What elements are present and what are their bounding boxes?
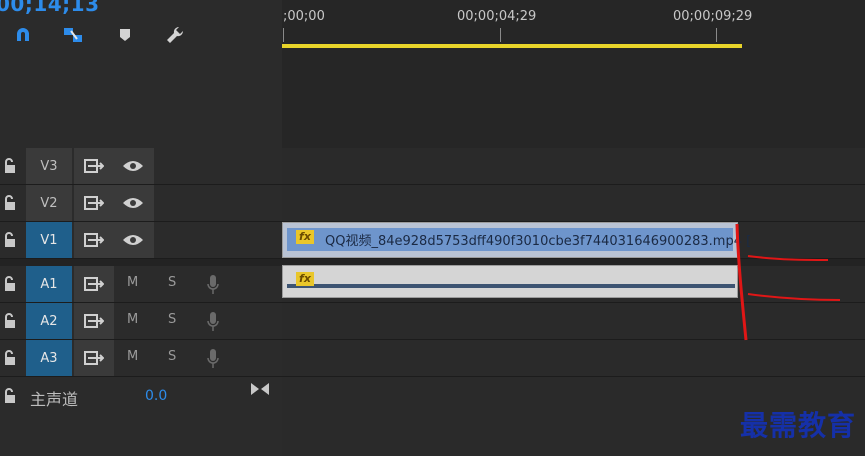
- track-name-v1[interactable]: V1: [26, 222, 72, 258]
- ruler-tick: [716, 28, 717, 42]
- timeline-empty-area: [282, 52, 865, 148]
- lock-open-icon[interactable]: [3, 276, 17, 292]
- mute-button[interactable]: M: [127, 275, 138, 290]
- track-lane[interactable]: [282, 340, 865, 376]
- settings-wrench-icon[interactable]: [162, 22, 188, 48]
- master-track-label: 主声道: [30, 390, 79, 409]
- lock-open-icon[interactable]: [3, 195, 17, 211]
- work-area-bar[interactable]: [282, 44, 742, 48]
- fx-badge: fx: [296, 272, 314, 286]
- sync-lock-icon[interactable]: [84, 350, 104, 366]
- master-volume-value[interactable]: 0.0: [145, 388, 167, 404]
- solo-button[interactable]: S: [168, 312, 176, 327]
- lock-open-icon[interactable]: [3, 313, 17, 329]
- track-row-v3: V3: [0, 148, 865, 185]
- red-annotation-marks: [735, 223, 841, 341]
- sync-lock-icon[interactable]: [84, 195, 104, 211]
- sync-lock-icon[interactable]: [84, 158, 104, 174]
- lock-open-icon[interactable]: [3, 232, 17, 248]
- ruler-label-mid: 00;00;04;29: [457, 9, 537, 24]
- track-name-v2[interactable]: V2: [26, 185, 72, 221]
- audio-clip[interactable]: [282, 265, 738, 298]
- sync-lock-icon[interactable]: [84, 232, 104, 248]
- lock-open-icon[interactable]: [3, 350, 17, 366]
- ruler-label-end: 00;00;09;29: [673, 9, 753, 24]
- track-name-a2[interactable]: A2: [26, 303, 72, 339]
- microphone-icon[interactable]: [206, 274, 220, 296]
- track-name-v3[interactable]: V3: [26, 148, 72, 184]
- track-row-a3: A3 M S: [0, 340, 865, 377]
- microphone-icon[interactable]: [206, 348, 220, 370]
- audio-waveform: [287, 284, 735, 288]
- sync-lock-icon[interactable]: [84, 276, 104, 292]
- go-to-out-icon[interactable]: [250, 382, 270, 396]
- snap-icon[interactable]: [10, 22, 36, 48]
- mute-button[interactable]: M: [127, 349, 138, 364]
- lock-open-icon[interactable]: [3, 388, 17, 404]
- solo-button[interactable]: S: [168, 275, 176, 290]
- track-name-a3[interactable]: A3: [26, 340, 72, 376]
- eye-icon[interactable]: [122, 232, 144, 248]
- watermark-logo: 最需教育: [740, 409, 857, 442]
- track-lane[interactable]: [282, 185, 865, 221]
- fx-badge: fx: [296, 230, 314, 244]
- lock-open-icon[interactable]: [3, 158, 17, 174]
- playhead-timecode[interactable]: 00;14;13: [0, 0, 100, 16]
- track-row-master: [0, 377, 865, 456]
- timeline-header-panel: [0, 0, 282, 148]
- track-row-v2: V2: [0, 185, 865, 222]
- track-lane[interactable]: [282, 148, 865, 184]
- solo-button[interactable]: S: [168, 349, 176, 364]
- ruler-tick: [283, 28, 284, 42]
- add-marker-icon[interactable]: [112, 22, 138, 48]
- track-name-a1[interactable]: A1: [26, 266, 72, 302]
- mute-button[interactable]: M: [127, 312, 138, 327]
- eye-icon[interactable]: [122, 195, 144, 211]
- ruler-tick: [500, 28, 501, 42]
- video-clip-name: QQ视频_84e928d5753dff490f3010cbe3f74403164…: [325, 234, 752, 249]
- eye-icon[interactable]: [122, 158, 144, 174]
- linked-selection-icon[interactable]: [60, 22, 86, 48]
- ruler-label-start: ;00;00: [283, 9, 325, 24]
- sync-lock-icon[interactable]: [84, 313, 104, 329]
- microphone-icon[interactable]: [206, 311, 220, 333]
